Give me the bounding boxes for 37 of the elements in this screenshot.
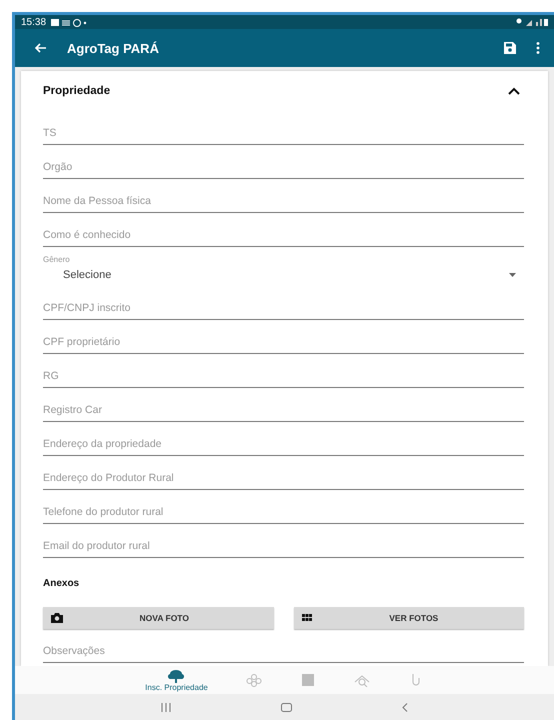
select-dropdown[interactable]: Selecione	[43, 264, 524, 286]
text-field[interactable]: RG	[43, 364, 524, 388]
field-label: Gênero	[43, 255, 70, 264]
view-photos-button[interactable]: VER FOTOS	[294, 607, 524, 629]
home-icon[interactable]	[281, 702, 292, 712]
text-field[interactable]: Orgão	[43, 155, 524, 179]
recents-icon[interactable]	[161, 702, 171, 712]
camera-icon	[51, 613, 63, 623]
dropdown-icon	[509, 273, 516, 277]
section-title: Anexos	[43, 578, 80, 589]
save-icon[interactable]	[504, 42, 516, 54]
status-time: 15:38	[21, 16, 46, 28]
text-field[interactable]: Telefone do produtor rural	[43, 500, 524, 524]
tree-tab[interactable]: Insc. Propriedade	[141, 668, 212, 692]
signal-battery-icons	[516, 18, 548, 26]
section-title: Propriedade	[43, 85, 110, 97]
text-field[interactable]: Endereço do Produtor Rural	[43, 466, 524, 490]
text-field[interactable]: CPF/CNPJ inscrito	[43, 296, 524, 320]
text-field[interactable]: Nome da Pessoa física	[43, 189, 524, 213]
text-field[interactable]: Endereço da propriedade	[43, 432, 524, 456]
circles-icon	[246, 673, 262, 687]
text-field[interactable]: Email do produtor rural	[43, 534, 524, 558]
chevron-icon[interactable]	[508, 87, 520, 95]
back-nav-icon[interactable]	[402, 702, 408, 712]
text-field[interactable]: Registro Car	[43, 398, 524, 422]
square-icon	[300, 673, 316, 687]
text-field[interactable]: Observações	[43, 639, 524, 663]
text-field[interactable]: Como é conhecido	[43, 223, 524, 247]
grid-icon	[302, 614, 312, 622]
new-photo-button[interactable]: NOVA FOTO	[43, 607, 274, 629]
more-icon[interactable]	[536, 42, 540, 54]
app-title: AgroTag PARÁ	[67, 40, 159, 56]
tree-icon	[168, 668, 184, 682]
search-icon	[354, 673, 370, 687]
text-field[interactable]: TS	[43, 121, 524, 145]
text-field[interactable]: CPF proprietário	[43, 330, 524, 354]
back-icon[interactable]	[35, 43, 47, 53]
